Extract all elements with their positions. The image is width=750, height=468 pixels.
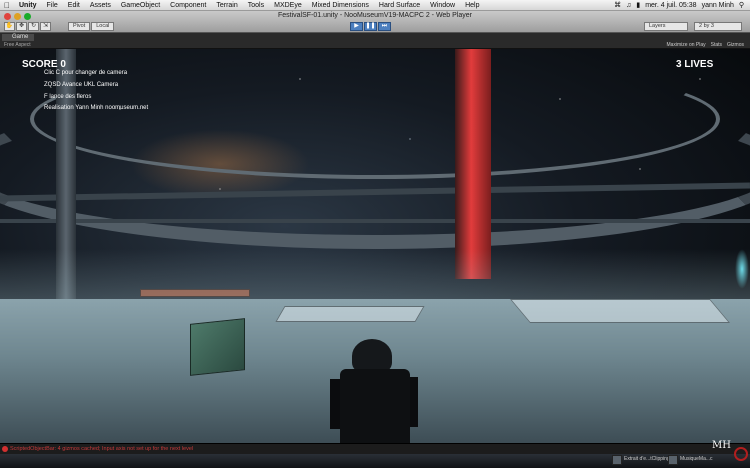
transform-tools: ✋ ✥ ↻ ⇲ (4, 22, 51, 31)
pivot-toggle[interactable]: Pivot (68, 22, 91, 31)
stats-toggle[interactable]: Stats (711, 42, 722, 48)
menu-edit[interactable]: Edit (63, 2, 85, 9)
hud-lives: 3 LIVES (676, 59, 714, 70)
game-tab-bar: Game Free Aspect Maximize on Play Stats … (0, 33, 750, 49)
spotlight-icon[interactable]: ⚲ (739, 1, 744, 9)
menu-tools[interactable]: Tools (243, 2, 269, 9)
hud-credit: Realisation Yann Minh noomuseum.net (44, 105, 149, 111)
robot-body (340, 369, 410, 443)
floor-plate (275, 306, 425, 322)
dock-item-musique[interactable]: MusiqueMa...c (680, 456, 713, 462)
menu-hard-surface[interactable]: Hard Surface (374, 2, 425, 9)
game-view[interactable]: SCORE 0 3 LIVES Clic C pour changer de c… (0, 49, 750, 443)
logo-circle-icon (734, 447, 748, 461)
layout-dropdown[interactable]: 2 by 3 (694, 22, 742, 31)
gizmos-dropdown[interactable]: Gizmos (727, 42, 744, 48)
hand-tool-icon[interactable]: ✋ (4, 22, 15, 31)
menu-bar:  Unity File Edit Assets GameObject Comp… (0, 0, 750, 11)
pause-icon[interactable]: ❚❚ (364, 22, 377, 31)
apple-icon[interactable]:  (0, 1, 14, 10)
console-status-bar[interactable]: ScriptedObjectBar: 4 gizmos cached; Inpu… (0, 443, 750, 454)
move-tool-icon[interactable]: ✥ (16, 22, 27, 31)
menu-window[interactable]: Window (425, 2, 460, 9)
dock: Extrait d'e...tClipping MusiqueMa...c (0, 454, 750, 468)
red-pillar (455, 49, 491, 279)
menu-mixed-dimensions[interactable]: Mixed Dimensions (307, 2, 374, 9)
console-message[interactable]: ScriptedObjectBar: 4 gizmos cached; Inpu… (10, 446, 193, 452)
dome-ring-structure (0, 89, 750, 249)
play-icon[interactable]: ▶ (350, 22, 363, 31)
menu-file[interactable]: File (42, 2, 63, 9)
menu-component[interactable]: Component (165, 2, 211, 9)
rotate-tool-icon[interactable]: ↻ (28, 22, 39, 31)
window-title: FestivalSF-01.unity - NooMuseumV19-MACPC… (278, 12, 472, 19)
floor-plate-lit (140, 289, 250, 297)
menu-mxdeye[interactable]: MXDEye (269, 2, 307, 9)
menu-user[interactable]: yann Minh (702, 2, 734, 9)
green-crate (190, 318, 245, 376)
scale-tool-icon[interactable]: ⇲ (40, 22, 51, 31)
player-robot (330, 339, 420, 443)
menu-terrain[interactable]: Terrain (211, 2, 242, 9)
tab-game[interactable]: Game (2, 34, 35, 41)
dock-item-extrait[interactable]: Extrait d'e...tClipping (624, 456, 670, 462)
pivot-controls: Pivot Local (68, 22, 115, 31)
menu-assets[interactable]: Assets (85, 2, 116, 9)
volume-icon[interactable]: ♫ (626, 2, 631, 9)
menu-gameobject[interactable]: GameObject (116, 2, 165, 9)
battery-icon[interactable]: ▮ (636, 1, 640, 9)
game-view-options: Maximize on Play Stats Gizmos (666, 42, 744, 48)
unity-toolbar: FestivalSF-01.unity - NooMuseumV19-MACPC… (0, 11, 750, 33)
hud-score: SCORE 0 (22, 59, 66, 70)
document-icon[interactable] (612, 455, 622, 465)
menu-app[interactable]: Unity (14, 2, 42, 9)
music-folder-icon[interactable] (668, 455, 678, 465)
maximize-on-play-toggle[interactable]: Maximize on Play (666, 42, 705, 48)
floor-plate (509, 299, 731, 323)
menu-extras: ⌘ ♫ ▮ mer. 4 juil. 05:38 yann Minh ⚲ (614, 1, 750, 10)
menu-clock[interactable]: mer. 4 juil. 05:38 (645, 2, 696, 9)
robot-head (352, 339, 392, 373)
error-icon (2, 446, 8, 452)
hud-instruction: F lance des fleros (44, 94, 92, 100)
cyan-light (735, 249, 749, 289)
play-controls: ▶ ❚❚ ⏭ (350, 22, 391, 31)
step-icon[interactable]: ⏭ (378, 22, 391, 31)
aspect-dropdown[interactable]: Free Aspect (4, 42, 31, 48)
dome-strut (0, 219, 750, 223)
wifi-icon[interactable]: ⌘ (614, 1, 621, 9)
hud-instruction: Clic C pour changer de camera (44, 70, 128, 76)
hud-instruction: ZQSD Avance UKL Camera (44, 82, 119, 88)
local-toggle[interactable]: Local (91, 22, 115, 31)
layers-dropdown[interactable]: Layers (644, 22, 688, 31)
menu-help[interactable]: Help (460, 2, 484, 9)
